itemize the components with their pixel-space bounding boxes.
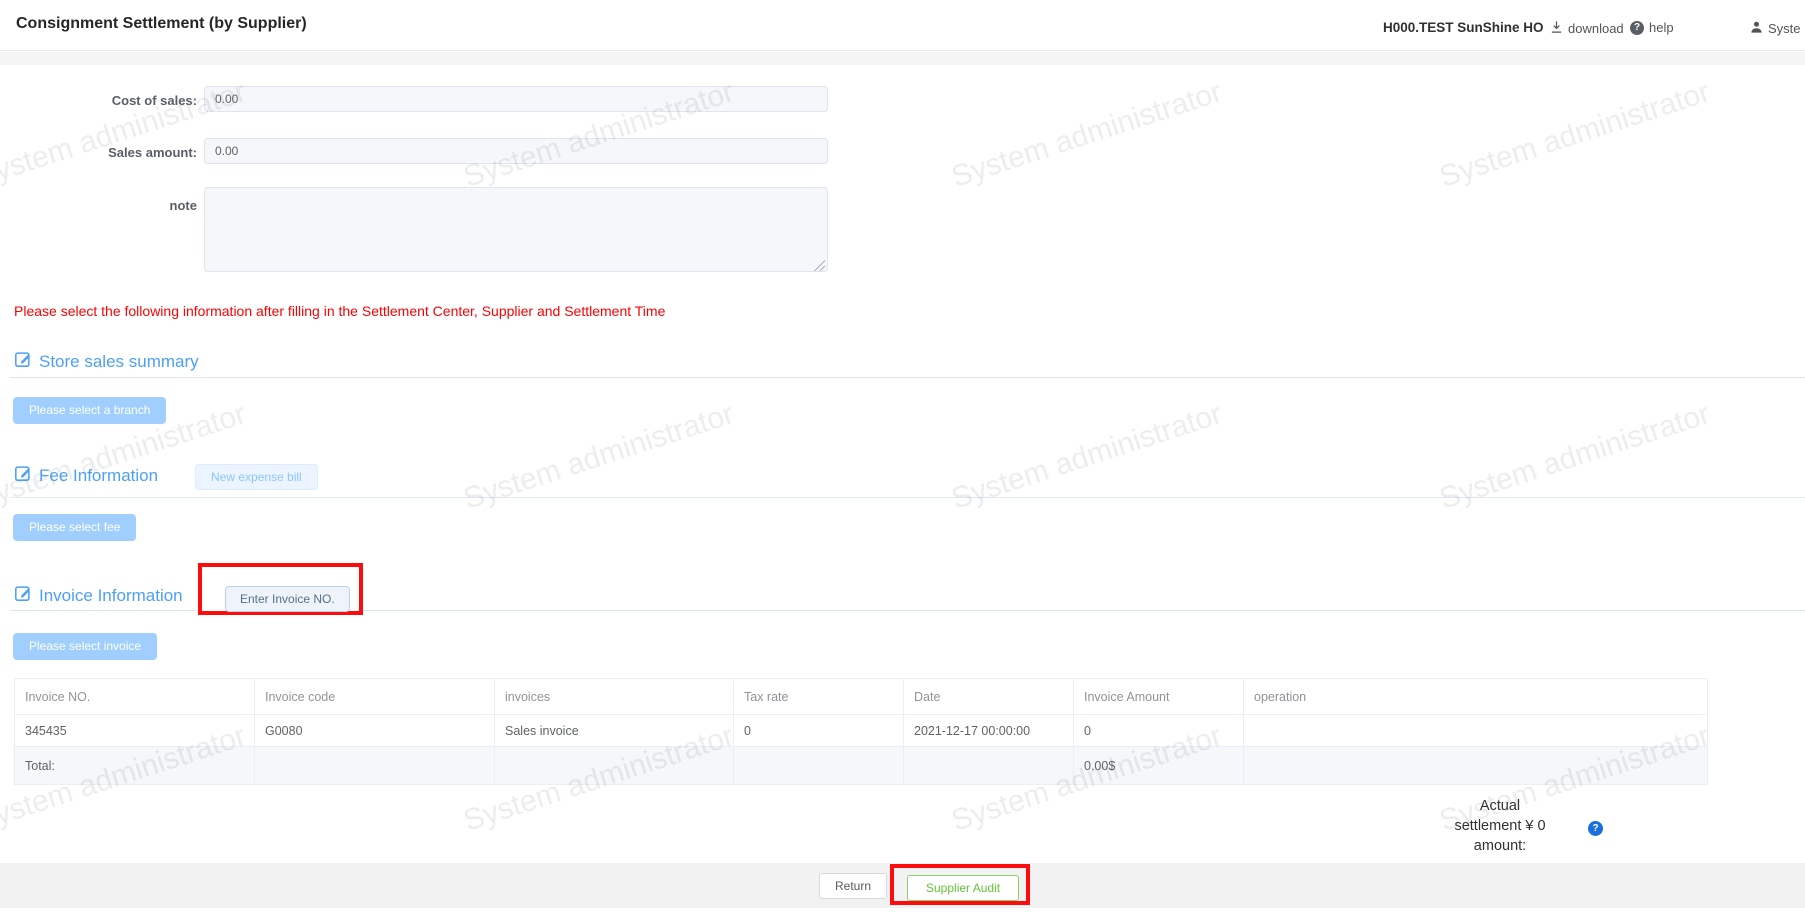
select-branch-button[interactable]: Please select a branch <box>13 397 167 424</box>
watermark: System administrator <box>459 397 738 516</box>
invoice-table: Invoice NO. Invoice code invoices Tax rate D… <box>14 678 1708 785</box>
edit-icon <box>14 464 32 487</box>
table-cell: G0080 <box>254 714 495 747</box>
cost-of-sales-input[interactable] <box>204 86 828 112</box>
table-cell: Total: <box>14 746 255 785</box>
download-label: download <box>1568 21 1624 36</box>
note-textarea[interactable] <box>204 187 828 272</box>
table-header-row: Invoice NO. Invoice code invoices Tax rate D… <box>14 678 1708 715</box>
new-expense-bill-button[interactable]: New expense bill <box>195 464 318 490</box>
column-header: Invoice NO. <box>14 678 255 715</box>
table-cell <box>733 746 904 785</box>
section-title: Fee Information <box>39 465 159 485</box>
table-cell <box>1243 714 1708 747</box>
enter-invoice-no-button[interactable]: Enter Invoice NO. <box>225 586 350 612</box>
table-cell: 0 <box>1073 714 1244 747</box>
table-cell: 0 <box>733 714 904 747</box>
column-header: Tax rate <box>733 678 904 715</box>
sales-amount-label: Sales amount: <box>108 145 197 160</box>
section-invoice-information: Invoice Information <box>14 584 183 607</box>
column-header: Invoice code <box>254 678 495 715</box>
section-store-sales-summary: Store sales summary <box>14 350 199 373</box>
watermark: System administrator <box>1435 75 1714 194</box>
cost-of-sales-label: Cost of sales: <box>111 93 197 108</box>
section-divider <box>10 377 1805 378</box>
user-menu[interactable]: Syste <box>1750 20 1801 37</box>
table-cell: Sales invoice <box>494 714 734 747</box>
warning-text: Please select the following information … <box>14 303 666 319</box>
select-fee-button[interactable]: Please select fee <box>13 514 137 541</box>
note-label: note <box>169 198 197 213</box>
section-divider <box>10 497 1805 498</box>
user-label: Syste <box>1768 21 1801 36</box>
edit-icon <box>14 584 32 607</box>
table-cell <box>254 746 495 785</box>
annotation-red-box: Supplier Audit <box>890 864 1030 905</box>
summary-line: settlement ¥ 0 <box>1454 818 1546 834</box>
select-invoice-button[interactable]: Please select invoice <box>13 633 158 660</box>
page-title: Consignment Settlement (by Supplier) <box>16 15 307 32</box>
annotation-red-box: Enter Invoice NO. <box>198 563 363 615</box>
return-button[interactable]: Return <box>819 873 888 899</box>
watermark: System administrator <box>947 397 1226 516</box>
section-fee-information: Fee Information <box>14 464 158 487</box>
column-header: Date <box>903 678 1074 715</box>
watermark: System administrator <box>1435 397 1714 516</box>
account-label: H000.TEST SunShine HO <box>1383 20 1544 35</box>
table-cell: 0.00$ <box>1073 746 1244 785</box>
table-row: 345435 G0080 Sales invoice 0 2021-12-17 00:0… <box>14 714 1708 747</box>
supplier-audit-button[interactable]: Supplier Audit <box>907 875 1020 901</box>
actual-settlement-amount: Actual settlement ¥ 0 amount: <box>1400 796 1600 856</box>
help-button[interactable]: ? help <box>1630 20 1674 35</box>
download-icon <box>1550 20 1563 37</box>
table-total-row: Total: 0.00$ <box>14 746 1708 785</box>
watermark: System administrator <box>947 75 1226 194</box>
top-bar: Consignment Settlement (by Supplier) H00… <box>0 0 1805 51</box>
column-header: Invoice Amount <box>1073 678 1244 715</box>
sales-amount-input[interactable] <box>204 138 828 164</box>
user-icon <box>1750 20 1763 37</box>
edit-icon <box>14 350 32 373</box>
column-header: operation <box>1243 678 1708 715</box>
download-button[interactable]: download <box>1550 20 1624 37</box>
table-cell: 2021-12-17 00:00:00 <box>903 714 1074 747</box>
table-cell: 345435 <box>14 714 255 747</box>
header-divider <box>0 52 1805 65</box>
table-cell <box>903 746 1074 785</box>
table-cell <box>1243 746 1708 785</box>
help-icon: ? <box>1630 20 1644 35</box>
question-help-icon[interactable]: ? <box>1588 821 1603 836</box>
summary-line: amount: <box>1473 838 1527 854</box>
help-label: help <box>1649 20 1674 35</box>
summary-line: Actual <box>1479 798 1521 814</box>
table-cell <box>494 746 734 785</box>
column-header: invoices <box>494 678 734 715</box>
section-title: Invoice Information <box>39 585 183 605</box>
section-title: Store sales summary <box>39 351 199 371</box>
